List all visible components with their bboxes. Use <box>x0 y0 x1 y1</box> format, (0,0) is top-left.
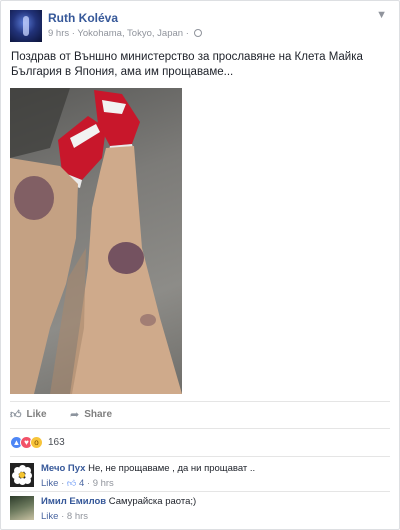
post-time[interactable]: 9 hrs <box>48 28 69 39</box>
chevron-down-icon[interactable]: ▼ <box>376 9 387 21</box>
reactions-summary[interactable]: ▲ ♥ o 163 <box>10 435 65 449</box>
comment-text: Самурайска раота;) <box>108 496 197 507</box>
post-card: Ruth Koléva 9 hrs · Yokohama, Tokyo, Jap… <box>0 0 400 530</box>
post-meta: 9 hrs · Yokohama, Tokyo, Japan · <box>48 28 202 39</box>
like-label: Like <box>26 409 47 420</box>
comment-like-link[interactable]: Like <box>41 478 58 489</box>
post-location[interactable]: Yokohama, Tokyo, Japan <box>77 28 183 39</box>
commenter-name[interactable]: Имил Емилов Самурайска раота;) <box>41 496 196 507</box>
comment-text: Не, не прощаваме , да ни прощават .. <box>88 463 256 474</box>
comment-meta: Like · 8 hrs <box>41 511 89 522</box>
commenter-avatar[interactable] <box>10 463 34 487</box>
thumbs-up-icon: 👍︎ <box>10 409 22 421</box>
divider <box>10 491 390 492</box>
thumbs-up-icon: 👍︎ <box>66 478 77 488</box>
comment-like-link[interactable]: Like <box>41 511 58 522</box>
post-photo[interactable] <box>10 88 182 394</box>
comment-meta: Like · 👍︎ 4 · 9 hrs <box>41 478 114 489</box>
comment-like-count[interactable]: 4 <box>79 478 84 489</box>
author-avatar[interactable] <box>10 10 42 42</box>
reaction-count: 163 <box>48 436 65 448</box>
like-button[interactable]: 👍︎ Like <box>10 408 47 421</box>
commenter-avatar[interactable] <box>10 496 34 520</box>
post-text: Поздрав от Външно министерство за просла… <box>11 51 363 78</box>
divider <box>10 456 390 457</box>
commenter-name[interactable]: Мечо Пух Не, не прощаваме , да ни прощав… <box>41 463 255 474</box>
share-arrow-icon: ➦ <box>70 409 80 421</box>
comment: Имил Емилов Самурайска раота;) Like · 8 … <box>10 496 390 528</box>
comment-time[interactable]: 9 hrs <box>93 478 114 489</box>
author-name[interactable]: Ruth Koléva <box>48 11 118 25</box>
post-actions: 👍︎ Like ➦ Share <box>10 408 390 424</box>
divider <box>10 428 390 429</box>
divider <box>10 401 390 402</box>
legs-illustration <box>10 88 182 394</box>
wow-reaction-icon: o <box>30 435 43 449</box>
share-button[interactable]: ➦ Share <box>70 408 112 421</box>
globe-icon <box>193 29 202 37</box>
share-label: Share <box>84 409 113 420</box>
comment-time[interactable]: 8 hrs <box>67 511 88 522</box>
